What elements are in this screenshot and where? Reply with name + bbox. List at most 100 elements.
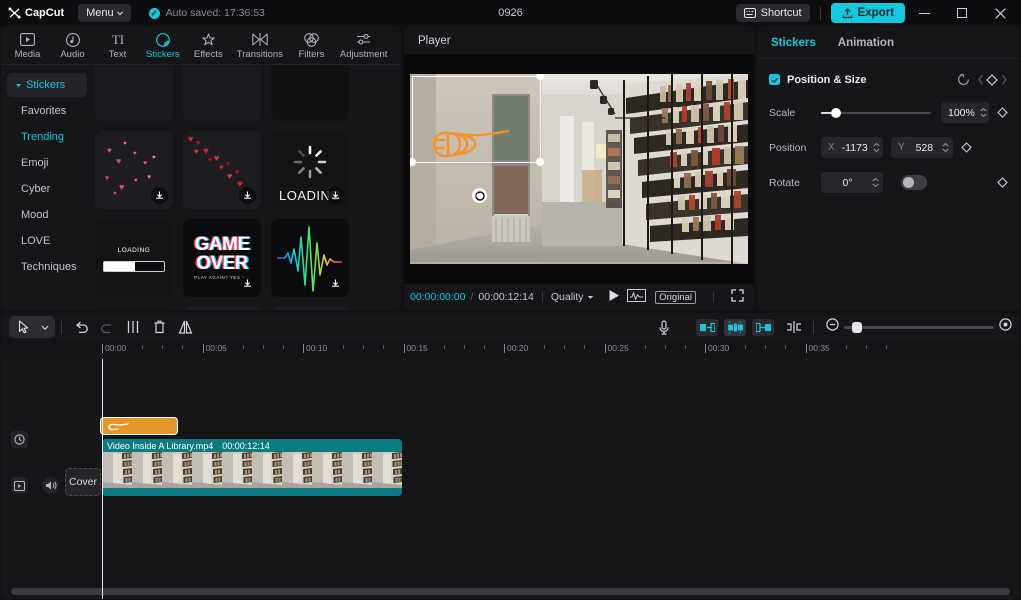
tab-filters[interactable]: Filters	[289, 29, 334, 62]
position-x-stepper[interactable]	[873, 143, 880, 152]
tab-transitions[interactable]: Transitions	[231, 29, 289, 62]
timeline-zoom-control[interactable]	[826, 318, 1012, 336]
sticker-cell-loading-bar[interactable]: LOADING	[95, 219, 173, 297]
keyframe-nav-section[interactable]: ❮ ❯	[977, 74, 1008, 86]
sticker-cell-partial-1[interactable]	[95, 65, 173, 121]
tab-properties-animation[interactable]: Animation	[838, 37, 894, 49]
zoom-slider-knob[interactable]	[852, 322, 862, 333]
sticker-download-icon[interactable]	[151, 187, 168, 204]
tab-adjustment[interactable]: Adjustment	[334, 29, 394, 62]
maximize-button[interactable]	[943, 0, 981, 26]
timeline-tracks[interactable]: Cover Video Inside A Library.mp4 00:00:1…	[1, 359, 1020, 599]
category-mood[interactable]: Mood	[7, 203, 87, 227]
close-button[interactable]	[981, 0, 1019, 26]
selection-handle-corner[interactable]	[536, 158, 544, 166]
tab-audio[interactable]: Audio	[50, 29, 95, 62]
fullscreen-icon[interactable]	[731, 289, 744, 305]
keyframe-graph-icon[interactable]	[627, 289, 646, 305]
shortcut-button[interactable]: Shortcut	[736, 4, 810, 22]
category-cyber[interactable]: Cyber	[7, 177, 87, 201]
prev-keyframe-icon[interactable]: ❮	[977, 74, 985, 85]
position-x-field[interactable]: X -1173	[821, 137, 883, 158]
quality-selector[interactable]: Quality	[551, 291, 594, 303]
timeline-hscrollbar-area[interactable]	[11, 588, 1010, 595]
category-emoji[interactable]: Emoji	[7, 151, 87, 175]
minimize-button[interactable]	[905, 0, 943, 26]
clip-start-keyframe-button[interactable]	[696, 319, 718, 336]
select-tool-group[interactable]	[9, 316, 55, 338]
sticker-cell-waveform[interactable]	[271, 219, 349, 297]
export-button[interactable]: Export	[831, 3, 905, 23]
position-size-checkbox[interactable]	[769, 74, 780, 85]
playhead[interactable]	[102, 359, 103, 599]
category-favorites[interactable]: Favorites	[7, 99, 87, 123]
sticker-cell-purple-hearts[interactable]: ♥ ♥ ♥ ♥ ♥ ♥ ♥ ♥ ♥ ♥ ♥ ♥	[183, 307, 261, 310]
tab-effects[interactable]: Effects	[186, 29, 231, 62]
cover-button[interactable]: Cover	[65, 468, 101, 496]
category-love[interactable]: LOVE	[7, 229, 87, 253]
sticker-cell-loading[interactable]: LOADING	[271, 131, 349, 209]
mirror-button[interactable]	[172, 317, 198, 337]
split-clip-icon[interactable]	[781, 317, 807, 337]
zoom-out-icon[interactable]	[826, 318, 839, 336]
split-button[interactable]	[120, 317, 146, 337]
sticker-download-icon[interactable]	[239, 275, 256, 292]
sticker-cell-pink-hearts[interactable]: ♥ ♥ ♥ ♥ ♥ ♥ ♥ ♥ ♥ ♥ ♥	[95, 131, 173, 209]
tab-media[interactable]: Media	[5, 29, 50, 62]
next-keyframe-icon[interactable]: ❯	[1000, 74, 1008, 85]
sticker-clip[interactable]	[100, 417, 178, 435]
category-trending[interactable]: Trending	[7, 125, 87, 149]
original-button[interactable]: Original	[655, 291, 696, 304]
sticker-download-icon[interactable]	[327, 187, 344, 204]
category-techniques[interactable]: Techniques	[7, 255, 87, 279]
microphone-button[interactable]	[651, 317, 677, 337]
zoom-slider[interactable]	[844, 326, 994, 329]
zoom-in-icon[interactable]	[999, 318, 1012, 336]
sticker-cell-blue-hearts[interactable]: ♥ ♥ ♥ ♥ ♥ ♥ ♥ ♥ ♥ ♥ ♥ ♥	[271, 307, 349, 310]
tab-properties-stickers[interactable]: Stickers	[771, 37, 816, 49]
tab-text[interactable]: TI Text	[95, 29, 140, 62]
scale-slider[interactable]	[821, 106, 931, 120]
reset-icon[interactable]	[957, 73, 970, 86]
category-stickers[interactable]: Stickers	[7, 73, 87, 97]
position-keyframe-button[interactable]	[961, 142, 972, 153]
timeline-ruler[interactable]: 00:0000:0500:1000:1500:2000:2500:3000:35	[1, 341, 1020, 359]
video-track-icon[interactable]	[11, 477, 28, 494]
clip-mid-keyframe-button[interactable]	[724, 319, 746, 336]
redo-button[interactable]	[94, 317, 120, 337]
rotate-stepper[interactable]	[872, 178, 879, 187]
video-preview[interactable]	[410, 74, 748, 264]
clip-end-keyframe-button[interactable]	[752, 319, 774, 336]
delete-button[interactable]	[146, 317, 172, 337]
sticker-cell-partial-3[interactable]	[271, 65, 349, 121]
select-tool-dropdown[interactable]	[37, 317, 53, 337]
menu-button[interactable]: Menu	[78, 4, 131, 22]
sticker-cell-red-hearts[interactable]: ♥ ♥ ♥ ♥ ♥ ♥ ♥ ♥ ♥ ♥ ♥ ♥	[183, 131, 261, 209]
current-timecode[interactable]: 00:00:00:00	[410, 291, 465, 303]
sticker-grid-scroll[interactable]: ♥ ♥ ♥ ♥ ♥ ♥ ♥ ♥ ♥ ♥ ♥	[93, 65, 401, 310]
sticker-cell-game-over[interactable]: GAME OVER PLAY AGAIN? YES NO	[183, 219, 261, 297]
position-y-stepper[interactable]	[942, 143, 949, 152]
flip-toggle[interactable]	[901, 175, 927, 190]
scale-stepper[interactable]	[980, 108, 987, 117]
video-clip[interactable]: Video Inside A Library.mp4 00:00:12:14	[102, 439, 402, 496]
sticker-cell-complete-bar[interactable]: COMPLETE	[95, 307, 173, 310]
sticker-download-icon[interactable]	[327, 275, 344, 292]
play-button[interactable]	[608, 289, 620, 305]
rotate-keyframe-button[interactable]	[997, 177, 1008, 188]
timeline-hscrollbar[interactable]	[11, 588, 1010, 595]
scale-value-field[interactable]: 100%	[941, 102, 989, 123]
undo-button[interactable]	[68, 317, 94, 337]
sticker-cell-partial-2[interactable]	[183, 65, 261, 121]
tab-stickers[interactable]: Stickers	[140, 29, 186, 62]
rotate-handle[interactable]	[472, 188, 487, 203]
select-tool-icon[interactable]	[11, 317, 37, 337]
mute-track-icon[interactable]	[42, 477, 59, 494]
player-stage[interactable]	[404, 54, 754, 284]
sticker-track-icon[interactable]	[11, 431, 28, 448]
sticker-download-icon[interactable]	[239, 187, 256, 204]
scale-keyframe-button[interactable]	[997, 107, 1008, 118]
rotate-value-field[interactable]: 0°	[821, 172, 883, 193]
scale-slider-knob[interactable]	[831, 108, 841, 118]
position-y-field[interactable]: Y 528	[891, 137, 953, 158]
